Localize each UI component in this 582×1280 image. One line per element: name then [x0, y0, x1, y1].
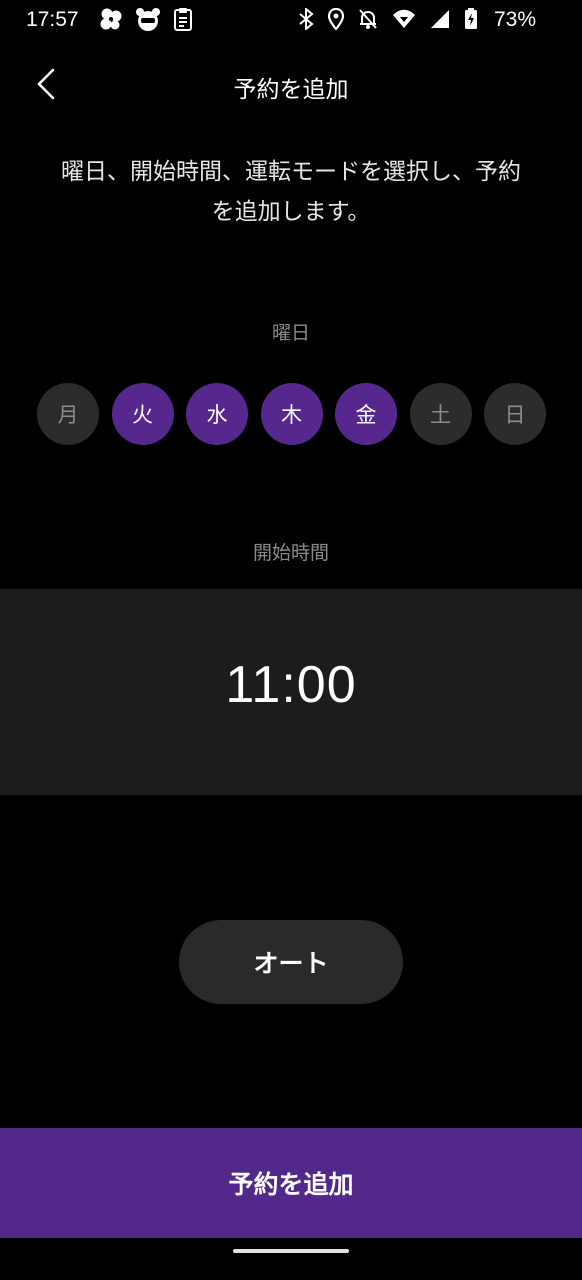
location-icon: [328, 8, 344, 30]
battery-charging-icon: [464, 8, 478, 30]
bell-off-icon: [358, 8, 378, 30]
clipboard-icon: [172, 6, 194, 32]
day-toggle-sun[interactable]: 日: [484, 383, 546, 445]
bluetooth-icon: [298, 8, 314, 30]
weekday-label: 曜日: [271, 322, 310, 344]
wifi-icon: [392, 9, 416, 29]
description-text: 曜日、開始時間、運転モードを選択し、予約を追加します。: [61, 159, 521, 225]
add-reservation-button[interactable]: 予約を追加: [0, 1128, 582, 1238]
status-system-icons: [298, 8, 478, 30]
bear-app-icon: [135, 6, 161, 32]
day-toggle-fri[interactable]: 金: [335, 383, 397, 445]
status-app-icons: [98, 6, 194, 32]
header: 予約を追加: [0, 50, 582, 120]
time-value: 11:00: [225, 656, 357, 714]
day-toggle-mon[interactable]: 月: [37, 383, 99, 445]
start-time-label: 開始時間: [252, 542, 329, 564]
home-indicator[interactable]: [233, 1249, 349, 1253]
fan-app-icon: [98, 6, 124, 32]
day-toggle-thu[interactable]: 木: [260, 383, 323, 445]
page-title: 予約を追加: [233, 77, 349, 103]
day-toggle-wed[interactable]: 水: [186, 383, 248, 445]
time-picker[interactable]: 11:00: [0, 589, 582, 795]
day-toggle-tue[interactable]: 火: [111, 383, 174, 445]
battery-percent: 73%: [493, 8, 536, 31]
status-time: 17:57: [26, 8, 79, 31]
day-toggle-sat[interactable]: 土: [409, 383, 472, 445]
mode-button[interactable]: オート: [179, 920, 403, 1004]
signal-icon: [430, 9, 450, 29]
weekday-selector: 月 火 水 木 金 土 日: [37, 383, 546, 445]
status-bar: 17:57 73%: [0, 0, 582, 40]
